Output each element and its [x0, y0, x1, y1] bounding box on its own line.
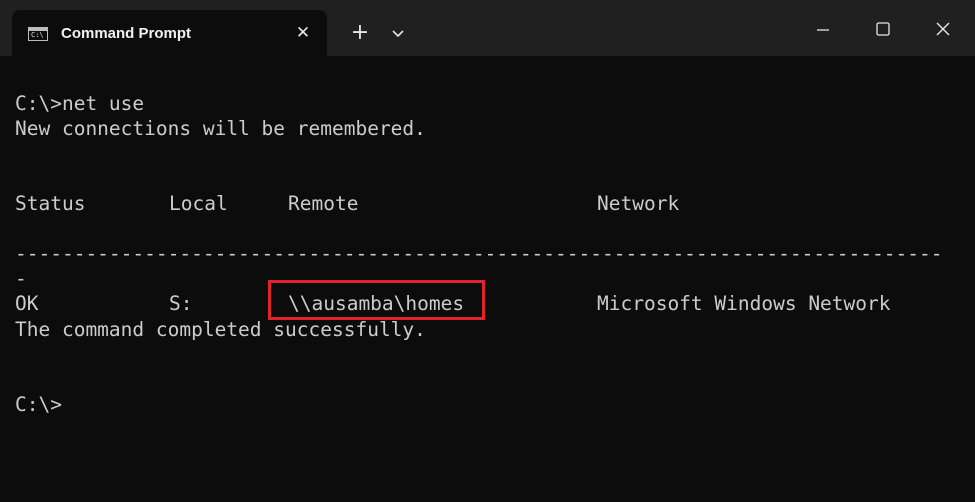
row-network: Microsoft Windows Network [597, 292, 891, 315]
table-separator: ----------------------------------------… [15, 242, 943, 265]
title-bar[interactable]: C:\ Command Prompt ✕ + [0, 0, 975, 56]
close-tab-button[interactable]: ✕ [292, 22, 314, 44]
close-icon [936, 22, 950, 36]
header-status: Status [15, 192, 86, 215]
tab-command-prompt[interactable]: C:\ Command Prompt ✕ [12, 10, 327, 56]
new-tab-button[interactable]: + [346, 21, 374, 45]
console-output[interactable]: C:\>net use New connections will be reme… [0, 56, 975, 502]
chevron-down-icon [392, 30, 404, 38]
command-completed-message: The command completed successfully. [15, 318, 426, 341]
remote-path-highlight [268, 280, 485, 320]
row-status: OK [15, 292, 39, 315]
tab-dropdown-button[interactable] [386, 23, 410, 45]
minimize-icon [817, 29, 829, 31]
close-window-button[interactable] [928, 18, 958, 42]
maximize-button[interactable] [868, 18, 898, 42]
header-remote: Remote [288, 192, 359, 215]
header-local: Local [169, 192, 228, 215]
command-prompt-line: C:\> [15, 393, 62, 416]
cmd-icon: C:\ [28, 27, 48, 41]
command-line-net-use: C:\>net use [15, 92, 145, 115]
row-local: S: [169, 292, 193, 315]
header-network: Network [597, 192, 680, 215]
command-prompt-window: C:\ Command Prompt ✕ + C:\>net use New c… [0, 0, 975, 502]
maximize-icon [876, 22, 890, 36]
cmd-icon-label: C:\ [31, 31, 44, 39]
minimize-button[interactable] [808, 18, 838, 42]
tab-title: Command Prompt [61, 25, 192, 42]
connections-remembered-message: New connections will be remembered. [15, 117, 426, 140]
table-separator-wrap: - [15, 267, 27, 290]
